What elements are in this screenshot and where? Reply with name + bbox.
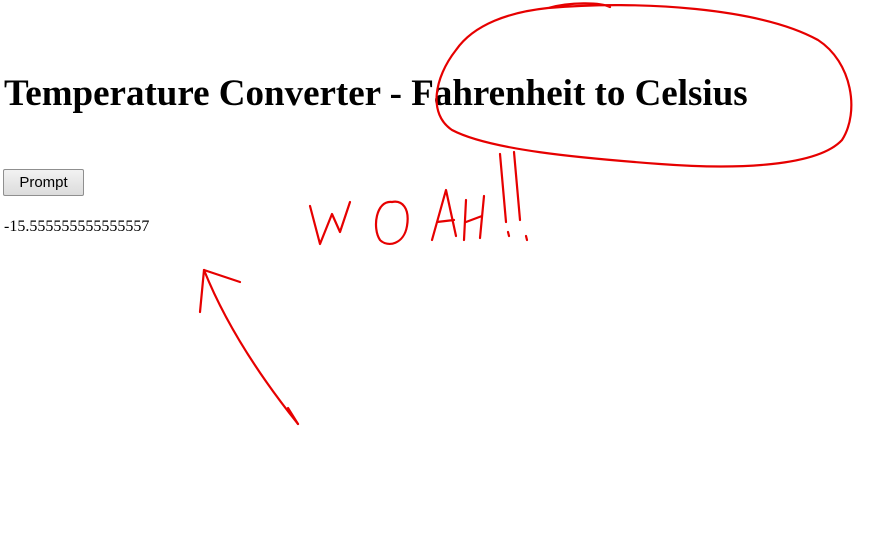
conversion-result: -15.555555555555557 — [4, 218, 150, 235]
annotation-letter-o — [374, 200, 409, 245]
annotation-exclamation-1 — [498, 152, 511, 238]
annotation-letter-a — [430, 188, 458, 242]
annotation-letter-h — [462, 194, 486, 242]
prompt-button[interactable]: Prompt — [3, 169, 84, 196]
annotation-arrow-shaft — [202, 268, 300, 426]
annotation-letter-w — [308, 200, 352, 246]
annotation-arrow-tail — [286, 406, 300, 426]
annotation-exclamation-2 — [512, 150, 529, 242]
page-title: Temperature Converter - Fahrenheit to Ce… — [4, 73, 748, 114]
annotation-arrow-head — [198, 268, 242, 314]
annotation-handwritten-text — [308, 150, 529, 246]
annotation-arrow — [198, 268, 300, 426]
